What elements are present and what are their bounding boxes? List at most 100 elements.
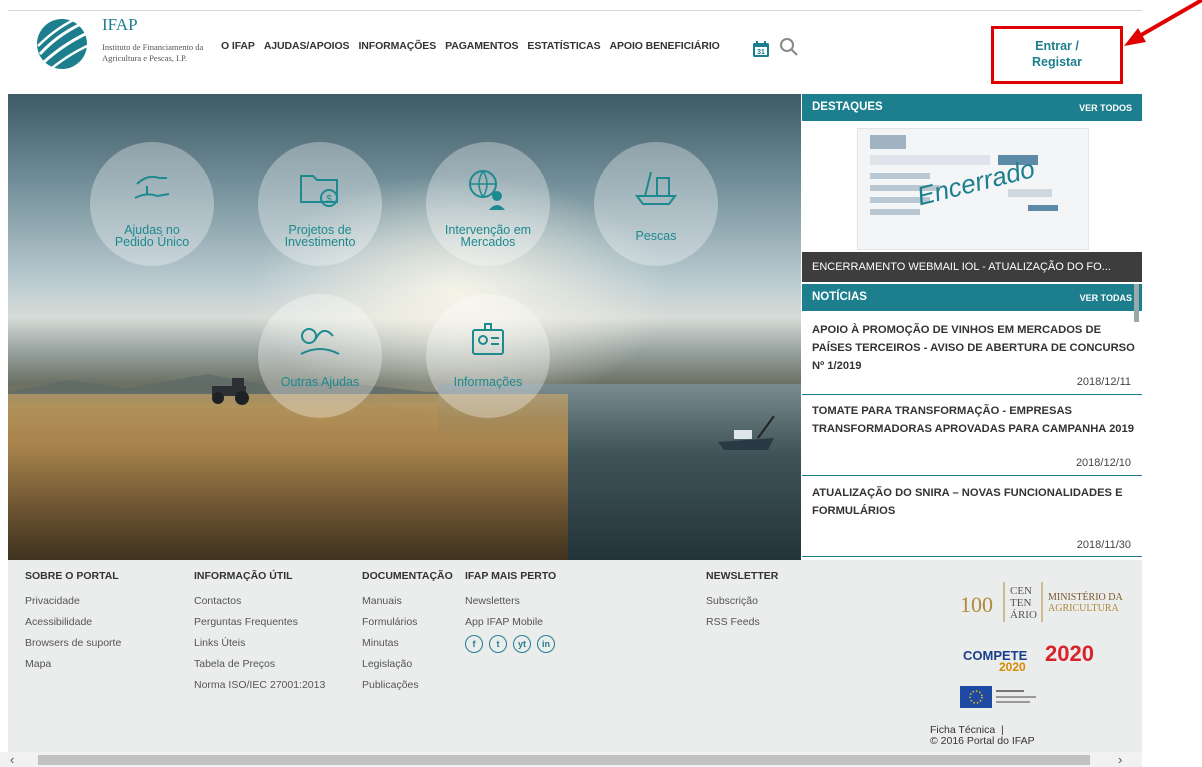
featured-image[interactable]: Encerrado: [857, 128, 1089, 250]
footer-link-mapa[interactable]: Mapa: [25, 654, 121, 675]
circle-label: Pedido Único: [114, 235, 190, 249]
news-divider: [802, 556, 1142, 557]
news-scrollbar[interactable]: [1134, 284, 1139, 322]
youtube-icon[interactable]: yt: [513, 635, 531, 653]
news-item[interactable]: ATUALIZAÇÃO DO SNIRA – NOVAS FUNCIONALID…: [802, 484, 1142, 557]
footer-link-formularios[interactable]: Formulários: [362, 612, 453, 633]
circle-intervencao-mercados[interactable]: Intervenção em Mercados: [426, 142, 550, 266]
circle-label: Outras Ajudas: [280, 375, 360, 389]
footer-link-privacidade[interactable]: Privacidade: [25, 591, 121, 612]
centenario-ministerio-logo[interactable]: 100 CEN TEN ÁRIO MINISTÉRIO DA AGRICULTU…: [958, 578, 1146, 626]
news-date: 2018/11/30: [1076, 539, 1131, 551]
destaques-view-all-link[interactable]: VER TODOS: [1079, 103, 1132, 113]
footer-link-publicacoes[interactable]: Publicações: [362, 675, 453, 696]
side-panel: DESTAQUES VER TODOS Encerrado ENCERRAMEN…: [802, 94, 1142, 560]
ifap-logo-icon: [37, 14, 97, 69]
circle-label: Pescas: [635, 229, 677, 243]
logo-title: IFAP: [102, 15, 138, 34]
boat-icon: [635, 171, 677, 205]
circle-pescas[interactable]: Pescas: [594, 142, 718, 266]
footer-link-rss[interactable]: RSS Feeds: [706, 612, 778, 633]
news-divider: [802, 475, 1142, 476]
footer-link-tabela-precos[interactable]: Tabela de Preços: [194, 654, 325, 675]
scrollbar-thumb[interactable]: [38, 755, 1090, 765]
footer-col-newsletter: NEWSLETTER Subscrição RSS Feeds: [706, 570, 778, 633]
destaques-title: DESTAQUES: [812, 101, 883, 113]
noticias-title: NOTÍCIAS: [812, 291, 867, 303]
news-headline[interactable]: TOMATE PARA TRANSFORMAÇÃO - EMPRESAS TRA…: [812, 402, 1137, 438]
news-headline[interactable]: APOIO À PROMOÇÃO DE VINHOS EM MERCADOS D…: [812, 321, 1137, 375]
svg-text:100: 100: [960, 592, 993, 617]
circle-label: Investimento: [284, 235, 356, 249]
footer-link-manuais[interactable]: Manuais: [362, 591, 453, 612]
calendar-day: 31: [757, 49, 765, 56]
svg-text:ÁRIO: ÁRIO: [1010, 609, 1037, 621]
footer-link-app-mobile[interactable]: App IFAP Mobile: [465, 612, 556, 633]
globe-person-icon: [469, 170, 505, 210]
linkedin-icon[interactable]: in: [537, 635, 555, 653]
news-item[interactable]: TOMATE PARA TRANSFORMAÇÃO - EMPRESAS TRA…: [802, 402, 1142, 476]
footer-heading: DOCUMENTAÇÃO: [362, 570, 453, 582]
footer-link-subscricao[interactable]: Subscrição: [706, 591, 778, 612]
footer-col-sobre: SOBRE O PORTAL Privacidade Acessibilidad…: [25, 570, 121, 675]
ifap-logo[interactable]: IFAP Instituto de Financiamento da Agric…: [30, 14, 210, 70]
twitter-icon[interactable]: t: [489, 635, 507, 653]
circle-informacoes[interactable]: Informações: [426, 294, 550, 418]
svg-text:CEN: CEN: [1010, 585, 1032, 597]
footer-link-acessibilidade[interactable]: Acessibilidade: [25, 612, 121, 633]
news-item[interactable]: APOIO À PROMOÇÃO DE VINHOS EM MERCADOS D…: [802, 321, 1142, 395]
footer-heading: SOBRE O PORTAL: [25, 570, 119, 582]
footer-heading: INFORMAÇÃO ÚTIL: [194, 570, 293, 582]
circle-projetos-investimento[interactable]: $ Projetos de Investimento: [258, 142, 382, 266]
footer-link-contactos[interactable]: Contactos: [194, 591, 325, 612]
login-register-button[interactable]: Entrar / Registar: [991, 26, 1123, 84]
nav-ajudas-apoios[interactable]: AJUDAS/APOIOS: [264, 40, 350, 52]
footer-heading: IFAP MAIS PERTO: [465, 570, 557, 582]
footer-col-informacao: INFORMAÇÃO ÚTIL Contactos Perguntas Freq…: [194, 570, 325, 696]
portugal-2020-logo[interactable]: 2020: [1045, 641, 1094, 667]
id-card-icon: [472, 323, 504, 355]
news-headline[interactable]: ATUALIZAÇÃO DO SNIRA – NOVAS FUNCIONALID…: [812, 484, 1137, 520]
horizontal-scrollbar[interactable]: ‹ ›: [0, 752, 1142, 767]
wheat-field: [8, 394, 568, 560]
compete-2020-logo[interactable]: COMPETE 2020: [963, 648, 1027, 674]
noticias-header: NOTÍCIAS VER TODAS: [802, 284, 1142, 311]
calendar-icon[interactable]: 31: [752, 40, 770, 58]
nav-informacoes[interactable]: INFORMAÇÕES: [358, 40, 436, 52]
login-label: Entrar /: [1035, 39, 1079, 53]
portugal-2020-text: 2020: [1045, 641, 1094, 666]
nav-estatisticas[interactable]: ESTATÍSTICAS: [527, 40, 600, 52]
footer-link-newsletters[interactable]: Newsletters: [465, 591, 556, 612]
landscape-icon: [300, 328, 340, 355]
footer-col-documentacao: DOCUMENTAÇÃO Manuais Formulários Minutas…: [362, 570, 453, 696]
facebook-icon[interactable]: f: [465, 635, 483, 653]
nav-o-ifap[interactable]: O IFAP: [221, 40, 255, 52]
svg-text:AGRICULTURA: AGRICULTURA: [1048, 603, 1120, 614]
footer-link-links-uteis[interactable]: Links Úteis: [194, 633, 325, 654]
social-links: f t yt in: [465, 635, 556, 653]
footer-link-faq[interactable]: Perguntas Frequentes: [194, 612, 325, 633]
destaques-caption[interactable]: ENCERRAMENTO WEBMAIL IOL - ATUALIZAÇÃO D…: [802, 252, 1142, 282]
news-date: 2018/12/11: [1076, 376, 1131, 388]
scroll-left-arrow-icon[interactable]: ‹: [10, 752, 14, 767]
nav-pagamentos[interactable]: PAGAMENTOS: [445, 40, 518, 52]
footer-link-minutas[interactable]: Minutas: [362, 633, 453, 654]
top-divider: [8, 10, 1142, 11]
search-icon[interactable]: [779, 37, 799, 57]
webmail-screenshot-image: Encerrado: [858, 129, 1088, 249]
footer-col-ifap-mais-perto: IFAP MAIS PERTO Newsletters App IFAP Mob…: [465, 570, 556, 653]
svg-text:MINISTÉRIO DA: MINISTÉRIO DA: [1048, 591, 1123, 603]
circle-outras-ajudas[interactable]: Outras Ajudas: [258, 294, 382, 418]
hands-icon: [134, 175, 170, 199]
fishing-boat-icon: [718, 415, 775, 450]
eu-flag-logo[interactable]: [960, 686, 1040, 708]
footer-link-legislacao[interactable]: Legislação: [362, 654, 453, 675]
scroll-right-arrow-icon[interactable]: ›: [1118, 752, 1122, 767]
noticias-view-all-link[interactable]: VER TODAS: [1080, 293, 1132, 303]
footer-link-browsers[interactable]: Browsers de suporte: [25, 633, 121, 654]
footer-heading: NEWSLETTER: [706, 570, 779, 582]
footer-link-norma-iso[interactable]: Norma ISO/IEC 27001:2013: [194, 675, 325, 696]
nav-apoio-beneficiario[interactable]: APOIO BENEFICIÁRIO: [610, 40, 720, 52]
circle-ajudas-pedido-unico[interactable]: Ajudas no Pedido Único: [90, 142, 214, 266]
svg-text:TEN: TEN: [1010, 597, 1031, 609]
